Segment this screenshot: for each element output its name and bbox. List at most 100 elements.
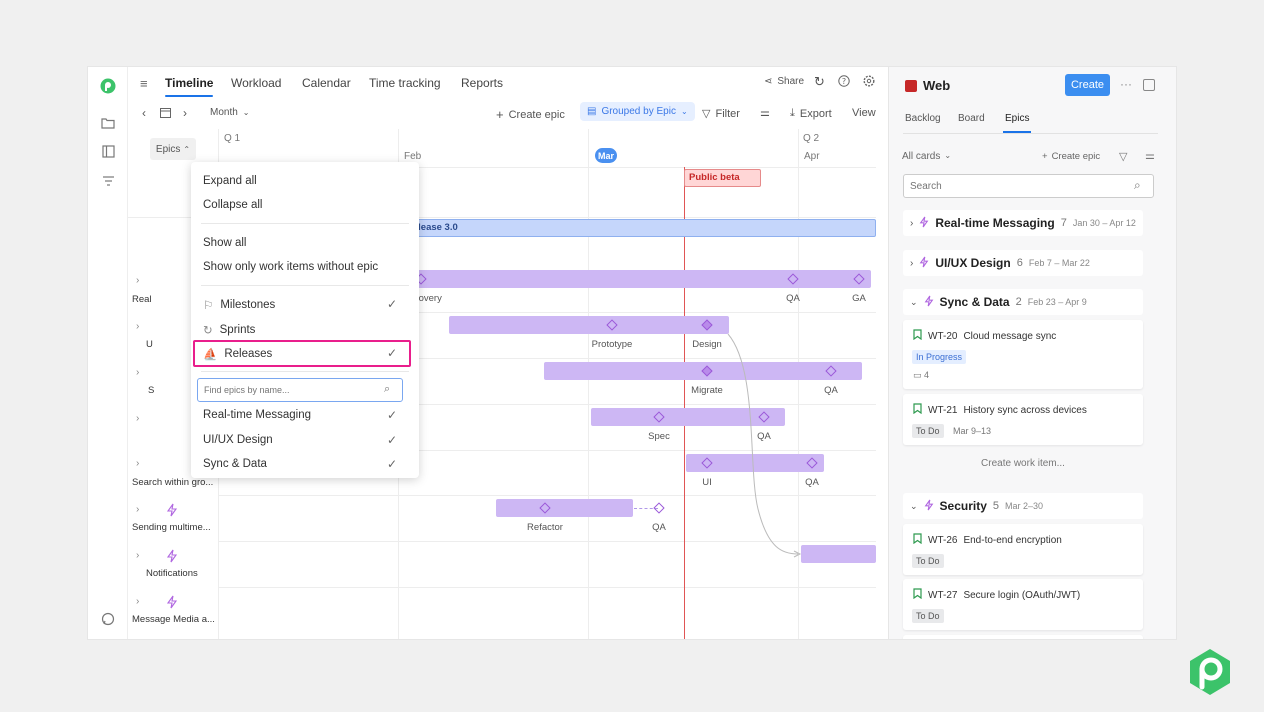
quarter-label: Q 2 — [803, 133, 820, 144]
show-without-epic-item[interactable]: Show only work items without epic — [203, 261, 378, 273]
filter-icon: ▽ — [702, 108, 711, 120]
work-item-card[interactable]: WT-27 Secure login (OAuth/JWT) To Do — [903, 579, 1143, 630]
bookmark-icon — [913, 403, 922, 417]
filter-list-icon[interactable] — [100, 173, 116, 189]
status-badge[interactable]: To Do — [912, 424, 944, 438]
sprints-toggle[interactable]: ↻ Sprints — [203, 323, 255, 337]
releases-toggle[interactable]: ⛵ Releases — [203, 347, 272, 361]
bookmark-icon — [913, 588, 922, 602]
search-input[interactable] — [903, 174, 1154, 198]
release-bar[interactable]: Release 3.0 — [401, 219, 876, 237]
check-icon: ✓ — [386, 433, 397, 447]
work-item-card[interactable]: WT-21 History sync across devices To Do … — [903, 394, 1143, 445]
svg-text:?: ? — [842, 77, 846, 86]
sliders-icon[interactable]: ⚌ — [1145, 149, 1155, 162]
refresh-icon[interactable]: ↻ — [814, 74, 825, 90]
show-all-item[interactable]: Show all — [203, 237, 246, 249]
collapse-all-item[interactable]: Collapse all — [203, 199, 262, 211]
chat-icon[interactable] — [100, 611, 116, 627]
row-label: Notifications — [146, 568, 198, 579]
settings-gear-icon[interactable] — [863, 75, 875, 87]
find-epics-input[interactable] — [197, 378, 403, 402]
sliders-icon[interactable]: ⚌ — [760, 106, 770, 119]
tab-time-tracking[interactable]: Time tracking — [369, 76, 441, 90]
grouped-by-epic-button[interactable]: ▤ Grouped by Epic ⌄ — [580, 102, 695, 121]
work-item-card[interactable]: WT-20 Cloud message sync In Progress ▭ 4 — [903, 320, 1143, 389]
chevron-right-icon[interactable]: › — [136, 596, 139, 607]
chevron-right-icon[interactable]: › — [136, 504, 139, 515]
search-icon: ⌕ — [384, 383, 391, 395]
share-button[interactable]: ⋖ Share — [764, 76, 804, 87]
calendar-icon[interactable] — [160, 107, 171, 118]
create-work-item-link[interactable]: Create work item... — [903, 458, 1143, 469]
export-button[interactable]: ⤓ Export — [790, 107, 832, 120]
create-epic-link[interactable]: + Create epic — [1042, 151, 1100, 162]
expand-all-item[interactable]: Expand all — [203, 175, 257, 187]
tab-backlog[interactable]: Backlog — [905, 113, 941, 124]
milestones-toggle[interactable]: ⚐ Milestones — [203, 298, 275, 312]
tab-reports[interactable]: Reports — [461, 76, 503, 90]
epics-dropdown-menu: Expand all Collapse all Show all Show on… — [191, 162, 419, 478]
epic-lightning-icon — [919, 256, 929, 271]
chevron-up-icon: ⌃ — [183, 144, 191, 154]
bar-label: Prototype — [591, 339, 633, 350]
dependency-arrow — [727, 333, 802, 558]
status-badge[interactable]: In Progress — [912, 350, 967, 364]
scale-select[interactable]: Month ⌄ — [210, 107, 250, 118]
epic-bar[interactable] — [391, 270, 871, 288]
chevron-right-icon[interactable]: › — [136, 413, 139, 424]
help-icon[interactable]: ? — [838, 75, 850, 87]
app-logo-icon[interactable] — [100, 78, 116, 94]
filter-button[interactable]: ▽ Filter — [702, 107, 740, 121]
milestone-public-beta[interactable]: Public beta — [684, 169, 761, 187]
bookmark-icon — [913, 329, 922, 343]
search-icon: ⌕ — [1134, 178, 1141, 192]
status-badge[interactable]: To Do — [912, 609, 944, 623]
tab-timeline[interactable]: Timeline — [165, 76, 214, 97]
epic-group-header[interactable]: › Real-time Messaging 7 Jan 30 – Apr 12 — [903, 210, 1143, 236]
epic-filter-item[interactable]: UI/UX Design — [203, 434, 273, 446]
next-arrow-icon[interactable]: › — [183, 106, 187, 120]
filter-icon[interactable]: ▽ — [1119, 150, 1127, 163]
tab-board[interactable]: Board — [958, 113, 985, 124]
epic-group-header[interactable]: ⌄ Sync & Data 2 Feb 23 – Apr 9 — [903, 289, 1143, 315]
more-icon[interactable]: ··· — [1120, 77, 1132, 91]
create-epic-button[interactable]: + Create epic — [496, 107, 565, 122]
panel-collapse-icon[interactable] — [1143, 79, 1155, 91]
work-item-card[interactable] — [903, 635, 1143, 639]
work-item-card[interactable]: WT-26 End-to-end encryption To Do — [903, 524, 1143, 575]
menu-icon[interactable]: ≡ — [140, 76, 148, 91]
plus-icon: + — [496, 107, 504, 122]
bar-label: Spec — [648, 431, 670, 442]
epic-bar[interactable] — [801, 545, 876, 563]
chevron-right-icon[interactable]: › — [136, 458, 139, 469]
row-label: Search within gro... — [132, 477, 214, 488]
chevron-right-icon[interactable]: › — [136, 550, 139, 561]
status-badge[interactable]: To Do — [912, 554, 944, 568]
epics-dropdown-button[interactable]: Epics ⌃ — [150, 138, 196, 160]
view-button[interactable]: View — [852, 107, 876, 119]
epic-filter-item[interactable]: Real-time Messaging — [203, 409, 311, 421]
prev-arrow-icon[interactable]: ‹ — [142, 106, 146, 120]
chevron-right-icon[interactable]: › — [136, 321, 139, 332]
epic-lightning-icon — [166, 503, 178, 517]
tab-workload[interactable]: Workload — [231, 76, 281, 90]
create-button[interactable]: Create — [1065, 74, 1110, 96]
tab-epics[interactable]: Epics — [1002, 113, 1032, 133]
epic-group-header[interactable]: ⌄ Security 5 Mar 2–30 — [903, 493, 1143, 519]
download-icon: ⤓ — [790, 107, 795, 119]
epic-bar[interactable] — [449, 316, 729, 334]
chevron-down-icon: ⌄ — [680, 107, 688, 116]
tab-calendar[interactable]: Calendar — [302, 76, 351, 90]
epic-filter-item[interactable]: Sync & Data — [203, 458, 267, 470]
group-icon: ▤ — [587, 106, 597, 117]
epic-group-header[interactable]: › UI/UX Design 6 Feb 7 – Mar 22 — [903, 250, 1143, 276]
board-icon[interactable] — [100, 143, 116, 159]
epic-bar[interactable] — [496, 499, 633, 517]
divider — [201, 285, 409, 286]
chevron-right-icon[interactable]: › — [136, 367, 139, 378]
chevron-right-icon[interactable]: › — [136, 275, 139, 286]
folder-icon[interactable] — [100, 115, 116, 131]
subtask-count: ▭ 4 — [913, 370, 930, 380]
all-cards-select[interactable]: All cards ⌄ — [902, 151, 951, 162]
